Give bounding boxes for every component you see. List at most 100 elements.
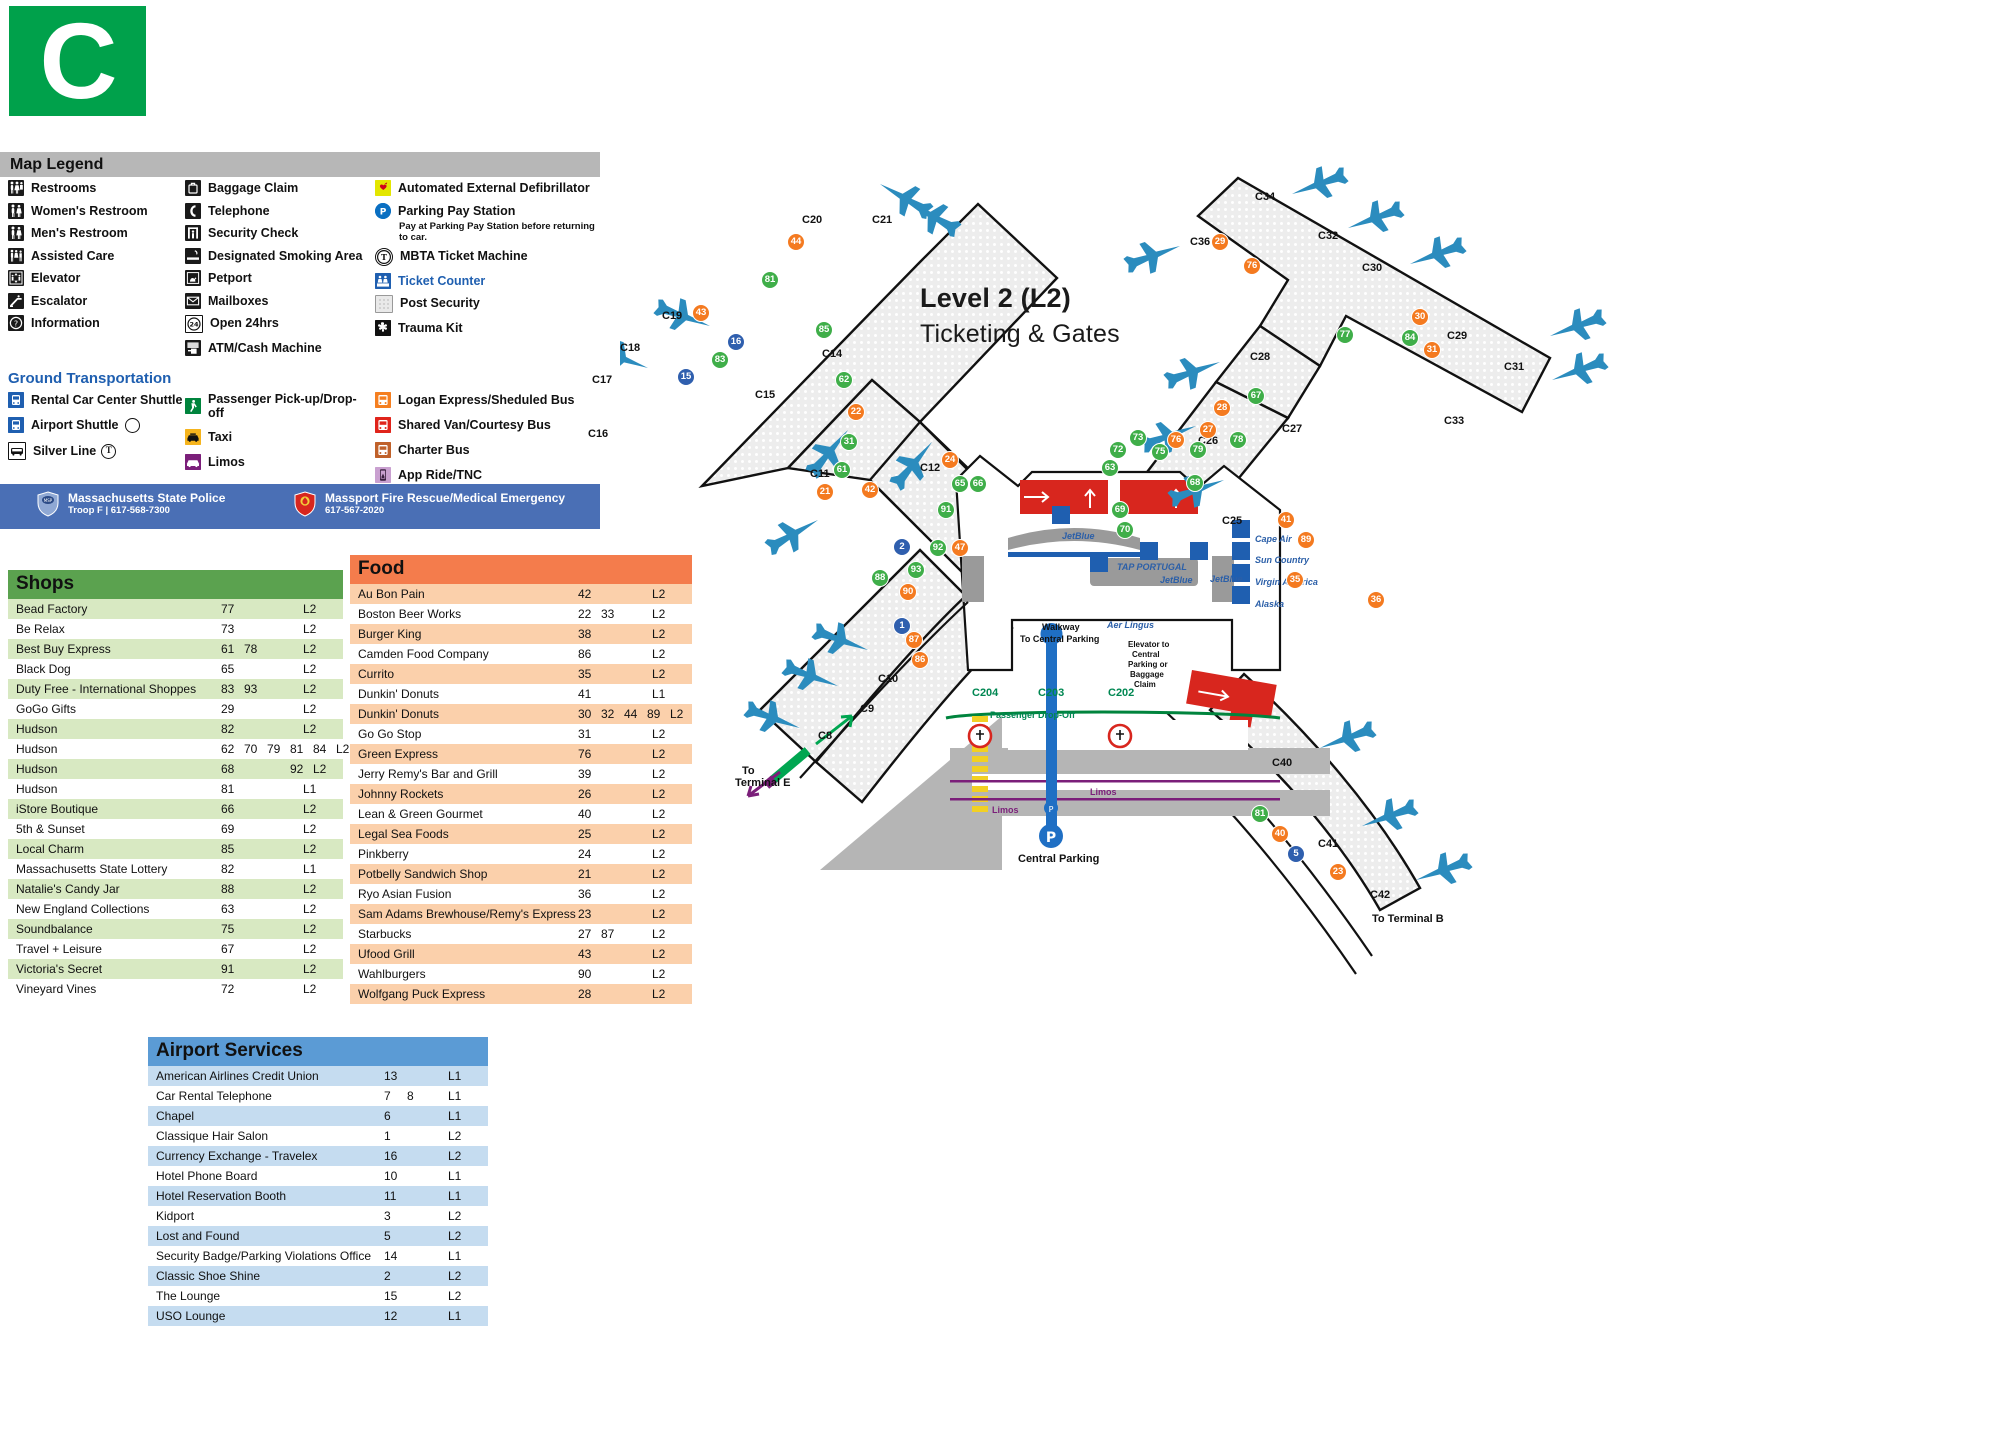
map-poi-marker[interactable]: 23 (1329, 863, 1347, 881)
row-location-numbers: 12 (384, 1309, 398, 1323)
map-poi-marker[interactable]: 42 (861, 481, 879, 499)
table-row: 5th & Sunset 69 L2 (8, 819, 343, 839)
map-poi-marker[interactable]: 66 (969, 475, 987, 493)
row-name: Massachusetts State Lottery (16, 862, 168, 876)
map-poi-marker[interactable]: 31 (840, 433, 858, 451)
map-poi-marker[interactable]: 62 (835, 371, 853, 389)
map-poi-marker[interactable]: 15 (677, 368, 695, 386)
map-poi-marker[interactable]: 44 (787, 233, 805, 251)
fire-detail: 617-567-2020 (325, 505, 385, 516)
petport-icon (185, 270, 201, 286)
map-poi-marker[interactable]: 76 (1167, 431, 1185, 449)
map-poi-marker[interactable]: 41 (1277, 511, 1295, 529)
map-poi-marker[interactable]: 31 (1423, 341, 1441, 359)
map-poi-marker[interactable]: 1 (893, 617, 911, 635)
legend-item-elevator: Elevator (8, 270, 188, 286)
map-poi-marker[interactable]: 83 (711, 351, 729, 369)
airport-services-directory: Airport Services American Airlines Credi… (148, 1037, 488, 1326)
row-location-numbers: 61 78 (221, 642, 258, 656)
table-row: American Airlines Credit Union 13 L1 (148, 1066, 488, 1086)
parking-pay-station-note: Pay at Parking Pay Station before return… (399, 221, 595, 243)
map-poi-marker[interactable]: 87 (905, 631, 923, 649)
map-poi-marker[interactable]: 84 (1401, 329, 1419, 347)
map-poi-marker[interactable]: 43 (692, 304, 710, 322)
map-poi-marker[interactable]: 69 (1111, 501, 1129, 519)
map-poi-marker[interactable]: 27 (1199, 421, 1217, 439)
svg-text:24: 24 (189, 321, 199, 329)
map-poi-marker[interactable]: 24 (941, 451, 959, 469)
map-poi-marker[interactable]: 5 (1287, 845, 1305, 863)
map-poi-marker[interactable]: 67 (1247, 387, 1265, 405)
map-poi-marker[interactable]: 76 (1243, 257, 1261, 275)
map-poi-marker[interactable]: 86 (911, 651, 929, 669)
row-name: Hotel Reservation Booth (156, 1189, 287, 1203)
map-poi-marker[interactable]: 29 (1211, 233, 1229, 251)
map-poi-marker[interactable]: 16 (727, 333, 745, 351)
row-name: Soundbalance (16, 922, 93, 936)
table-row: Hudson 62 70 79 81 84 L2 (8, 739, 349, 759)
map-poi-marker[interactable]: 81 (761, 271, 779, 289)
security-check-icon (185, 225, 201, 241)
map-poi-marker[interactable]: 2 (893, 538, 911, 556)
map-poi-marker[interactable]: 68 (1186, 474, 1204, 492)
map-poi-marker[interactable]: 90 (899, 583, 917, 601)
map-poi-marker[interactable]: 61 (833, 461, 851, 479)
row-location-numbers: 91 (221, 962, 235, 976)
map-poi-marker[interactable]: 72 (1109, 441, 1127, 459)
taxi-icon (185, 429, 201, 445)
shared-van-icon (375, 417, 391, 433)
map-poi-marker[interactable]: 36 (1367, 591, 1385, 609)
map-poi-marker[interactable]: 88 (871, 569, 889, 587)
row-name: Hudson (16, 722, 58, 736)
limos-icon (185, 454, 201, 470)
table-row: iStore Boutique 66 L2 (8, 799, 343, 819)
map-poi-marker[interactable]: 81 (1251, 805, 1269, 823)
row-location-numbers: 15 (384, 1289, 398, 1303)
map-poi-marker[interactable]: 28 (1213, 399, 1231, 417)
map-poi-marker[interactable]: 91 (937, 501, 955, 519)
map-poi-marker[interactable]: 30 (1411, 308, 1429, 326)
row-name: Classique Hair Salon (156, 1129, 269, 1143)
map-poi-marker[interactable]: 75 (1151, 443, 1169, 461)
map-poi-marker[interactable]: 85 (815, 321, 833, 339)
map-poi-marker[interactable]: 40 (1271, 825, 1289, 843)
row-location-numbers: 10 (384, 1169, 398, 1183)
row-location-numbers: 65 (221, 662, 235, 676)
row-name: Security Badge/Parking Violations Office (156, 1249, 372, 1263)
map-annotation: Walkway (1042, 622, 1080, 632)
row-name: Sam Adams Brewhouse/Remy's Express (358, 907, 576, 921)
map-title-subtitle: Ticketing & Gates (920, 320, 1120, 348)
table-row: Duty Free - International Shoppes 83 93 L2 (8, 679, 343, 699)
map-poi-marker[interactable]: 21 (816, 483, 834, 501)
map-poi-marker[interactable]: 73 (1129, 429, 1147, 447)
row-level: L2 (313, 762, 327, 776)
map-poi-marker[interactable]: 89 (1297, 531, 1315, 549)
legend-item-security-check: Security Check (185, 225, 380, 241)
legend-item-mailboxes: Mailboxes (185, 292, 380, 309)
map-poi-marker[interactable]: 70 (1116, 521, 1134, 539)
map-poi-marker[interactable]: 79 (1189, 441, 1207, 459)
svg-text:MSP: MSP (44, 498, 53, 503)
map-poi-marker[interactable]: 35 (1286, 571, 1304, 589)
state-police-contact: MSP Massachusetts State Police Troop F |… (36, 491, 225, 517)
open-24hrs-icon: 24 (185, 315, 203, 333)
map-poi-marker[interactable]: 78 (1229, 431, 1247, 449)
airline-label: Aer Lingus (1107, 620, 1155, 630)
gate-label: C10 (878, 673, 899, 685)
map-poi-marker[interactable]: 63 (1101, 459, 1119, 477)
row-level: L1 (448, 1249, 462, 1263)
row-level: L2 (303, 922, 317, 936)
row-name: Burger King (358, 627, 422, 641)
map-poi-marker[interactable]: 93 (907, 561, 925, 579)
map-poi-marker[interactable]: 77 (1336, 326, 1354, 344)
row-location-numbers: 78 (384, 1089, 414, 1103)
svg-text:?: ? (14, 319, 18, 328)
map-annotation: Baggage (1130, 670, 1164, 679)
map-poi-marker[interactable]: 47 (951, 539, 969, 557)
map-poi-marker[interactable]: 92 (929, 539, 947, 557)
map-poi-marker[interactable]: 22 (847, 403, 865, 421)
map-poi-marker[interactable]: 65 (951, 475, 969, 493)
gate-label: C41 (1318, 838, 1339, 850)
row-name: Go Go Stop (358, 727, 422, 741)
terminal-c-map[interactable]: P P Level 2 (L2) Ticketing & Gates C20 C2… (588, 150, 2000, 1300)
